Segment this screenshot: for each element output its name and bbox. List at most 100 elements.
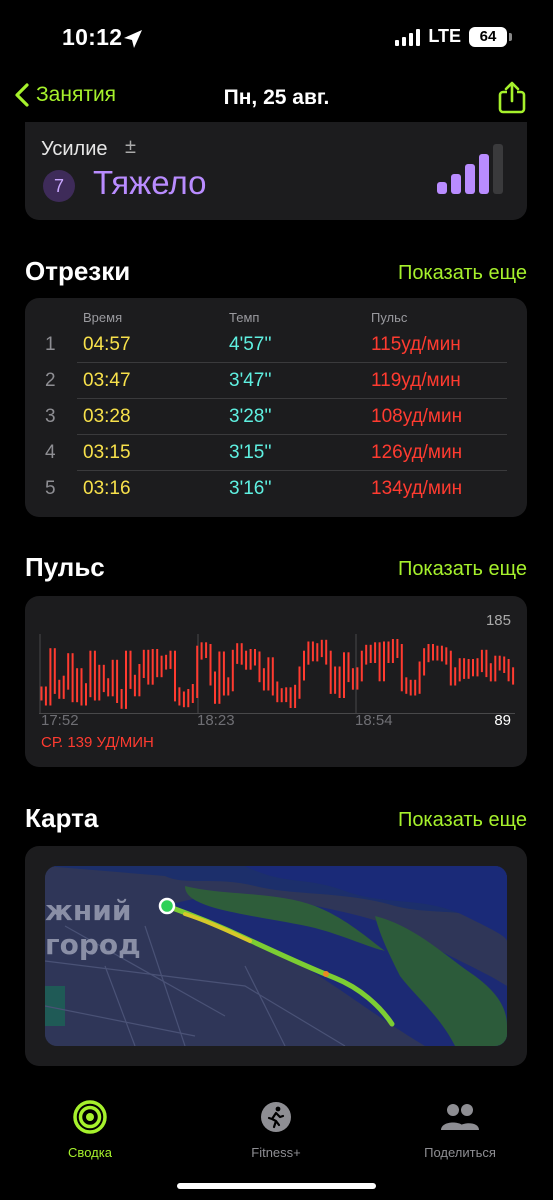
- effort-adjust-icon[interactable]: ±: [125, 136, 136, 159]
- effort-card[interactable]: Усилие ± 7 Тяжело: [25, 122, 527, 220]
- hr-bar: [214, 671, 216, 704]
- hr-bar: [129, 650, 132, 689]
- row-time: 03:16: [83, 478, 131, 499]
- hr-bar: [67, 653, 70, 690]
- hr-bar: [476, 658, 479, 677]
- effort-text: Тяжело: [93, 164, 207, 201]
- hr-bar: [174, 650, 176, 702]
- tab-sharing[interactable]: Поделиться: [380, 1100, 540, 1160]
- hr-bar: [378, 642, 381, 682]
- hr-bar: [440, 645, 443, 662]
- row-pace: 4'57'': [229, 334, 272, 355]
- share-icon[interactable]: [497, 80, 527, 114]
- tab-label: Fitness+: [251, 1145, 301, 1160]
- hr-bar: [209, 644, 212, 686]
- row-index: 5: [45, 478, 56, 499]
- home-indicator: [177, 1183, 376, 1189]
- hr-bar: [320, 639, 323, 658]
- hr-bar: [405, 677, 408, 694]
- splits-table: Время Темп Пульс 1 04:57 4'57'' 115уд/ми…: [25, 298, 527, 517]
- hr-bar: [156, 649, 159, 678]
- hr-bar: [196, 645, 199, 698]
- splits-show-more-link[interactable]: Показать еще: [398, 262, 527, 285]
- map-show-more-link[interactable]: Показать еще: [398, 809, 527, 832]
- map-graphic: жний город: [45, 866, 507, 1046]
- hr-bar: [178, 687, 181, 706]
- hr-bar: [503, 656, 506, 673]
- hr-bar: [454, 667, 457, 686]
- row-hr: 108уд/мин: [371, 406, 463, 427]
- row-time: 03:28: [83, 406, 131, 427]
- hr-bar: [58, 679, 61, 699]
- hr-bar: [262, 668, 265, 691]
- hr-average: СР. 139 УД/МИН: [41, 734, 154, 751]
- row-index: 4: [45, 442, 56, 463]
- hr-bar: [267, 657, 270, 691]
- route-map[interactable]: жний город: [45, 866, 507, 1046]
- row-hr: 119уд/мин: [371, 370, 461, 391]
- hr-bar: [458, 658, 461, 682]
- hr-bar: [289, 687, 292, 708]
- row-hr: 115уд/мин: [371, 334, 461, 355]
- runner-icon: [261, 1102, 291, 1132]
- hr-bar: [423, 648, 426, 676]
- hr-bar: [160, 655, 163, 678]
- table-row: 5 03:16 3'16'' 134уд/мин: [25, 470, 527, 506]
- hr-bar: [409, 679, 412, 696]
- hr-bar: [138, 664, 141, 697]
- hr-bar: [98, 664, 101, 701]
- hr-bar: [436, 645, 439, 661]
- hr-bar: [165, 654, 168, 670]
- row-time: 04:57: [83, 334, 131, 355]
- heart-rate-show-more-link[interactable]: Показать еще: [398, 558, 527, 581]
- row-index: 1: [45, 334, 56, 355]
- row-pace: 3'28'': [229, 406, 272, 427]
- hr-max-label: 185: [485, 612, 511, 629]
- page-title: Пн, 25 авг.: [223, 86, 330, 109]
- hr-bar: [227, 677, 230, 696]
- hr-bar: [245, 650, 248, 670]
- hr-bar: [133, 674, 136, 697]
- row-index: 3: [45, 406, 56, 427]
- network-type: LTE: [428, 26, 461, 46]
- hr-bar: [169, 650, 172, 669]
- hr-bar: [498, 655, 501, 671]
- row-pace: 3'16'': [229, 478, 272, 499]
- hr-bar: [89, 650, 92, 698]
- tab-fitness-plus[interactable]: Fitness+: [196, 1100, 356, 1160]
- effort-value-badge: 7: [43, 170, 75, 202]
- hr-bar: [182, 691, 185, 708]
- hr-bar: [512, 667, 515, 685]
- row-pace: 3'15'': [229, 442, 272, 463]
- table-row: 3 03:28 3'28'' 108уд/мин: [25, 398, 527, 434]
- row-pace: 3'47'': [229, 370, 272, 391]
- hr-bar: [151, 649, 154, 685]
- hr-bar: [276, 681, 279, 703]
- hr-bar: [396, 639, 399, 658]
- hr-bar: [365, 644, 368, 665]
- map-card[interactable]: жний город: [25, 846, 527, 1066]
- table-row: 2 03:47 3'47'' 119уд/мин: [25, 362, 527, 398]
- hr-bar: [222, 651, 225, 696]
- column-header-time: Время: [83, 310, 123, 325]
- map-city-label-1: жний: [45, 894, 131, 927]
- hr-bar: [374, 642, 377, 663]
- column-header-pace: Темп: [229, 310, 260, 325]
- row-hr: 126уд/мин: [371, 442, 463, 463]
- row-divider: [77, 434, 507, 435]
- time-label: 18:54: [355, 712, 393, 729]
- effort-label: Усилие: [41, 138, 108, 160]
- effort-level-icon: [437, 144, 503, 194]
- row-divider: [77, 362, 507, 363]
- tab-summary[interactable]: Сводка: [10, 1100, 170, 1160]
- hr-bar: [356, 667, 359, 690]
- hr-bar: [467, 659, 470, 679]
- time-label: 17:52: [41, 712, 79, 729]
- status-time: 10:12: [62, 24, 123, 50]
- heart-rate-chart-card[interactable]: 185 17:52 18:23 18:54 89 СР. 139 УД/МИН: [25, 596, 527, 767]
- hr-bar: [507, 659, 510, 682]
- status-indicators: LTE 64: [395, 26, 512, 47]
- table-row: 4 03:15 3'15'' 126уд/мин: [25, 434, 527, 470]
- hr-bar: [485, 649, 488, 678]
- hr-bar: [445, 647, 448, 665]
